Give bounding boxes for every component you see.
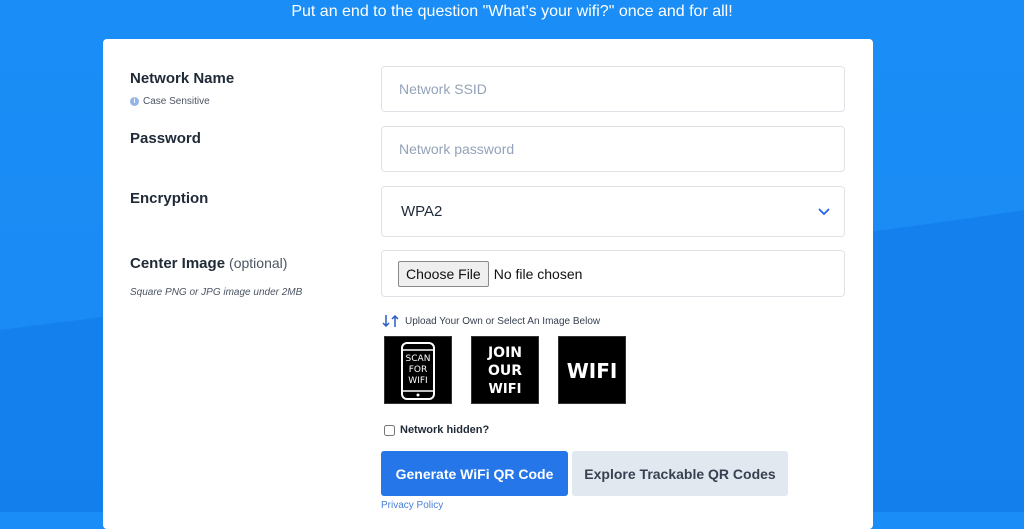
chevron-down-icon: [818, 207, 830, 215]
wifi-form-card: Network Name i Case Sensitive Password E…: [103, 39, 873, 529]
preset-1-line-2: FOR: [409, 365, 428, 375]
choose-file-button[interactable]: Choose File: [398, 260, 489, 287]
file-status-text: No file chosen: [493, 265, 583, 282]
wifi-text-graphic: WIFI: [567, 359, 618, 383]
generate-qr-button[interactable]: Generate WiFi QR Code: [381, 451, 568, 496]
upload-hint: Upload Your Own or Select An Image Below: [381, 314, 600, 328]
phone-icon: SCAN FOR WIFI: [401, 342, 435, 400]
network-hidden-checkbox[interactable]: [384, 424, 395, 436]
preset-3-line-1: WIFI: [567, 359, 618, 383]
info-icon: i: [130, 97, 139, 106]
encryption-selected-value: WPA2: [401, 203, 443, 220]
password-label: Password: [130, 130, 201, 147]
encryption-label: Encryption: [130, 190, 209, 207]
network-ssid-input[interactable]: [381, 66, 845, 112]
file-upload-field: Choose File No file chosen: [381, 250, 845, 297]
center-image-label: Center Image (optional): [130, 255, 287, 272]
case-sensitive-text: Case Sensitive: [143, 96, 210, 107]
case-sensitive-hint: i Case Sensitive: [130, 96, 210, 107]
preset-2-line-2: OUR: [488, 363, 522, 379]
network-name-label: Network Name: [130, 70, 235, 87]
explore-trackable-qr-button[interactable]: Explore Trackable QR Codes: [572, 451, 788, 496]
preset-scan-for-wifi-image[interactable]: SCAN FOR WIFI: [384, 336, 452, 404]
preset-wifi-image[interactable]: WIFI: [558, 336, 626, 404]
network-hidden-row: Network hidden?: [384, 424, 489, 436]
page-tagline: Put an end to the question "What's your …: [291, 3, 733, 20]
center-image-label-text: Center Image: [130, 255, 226, 272]
preset-join-our-wifi-image[interactable]: JOIN OUR WIFI: [471, 336, 539, 404]
sort-arrows-icon: [382, 314, 399, 328]
privacy-policy-link[interactable]: Privacy Policy: [381, 500, 443, 511]
join-our-wifi-graphic: JOIN OUR WIFI: [487, 345, 522, 397]
preset-2-line-3: WIFI: [489, 382, 522, 397]
preset-1-line-3: WIFI: [408, 376, 427, 386]
preset-2-line-1: JOIN: [487, 345, 522, 361]
optional-text: (optional): [229, 255, 288, 271]
network-hidden-label: Network hidden?: [400, 424, 490, 436]
preset-1-line-1: SCAN: [406, 354, 431, 364]
image-size-hint: Square PNG or JPG image under 2MB: [130, 287, 303, 298]
encryption-select[interactable]: WPA2: [381, 186, 845, 237]
network-password-input[interactable]: [381, 126, 845, 172]
upload-hint-text: Upload Your Own or Select An Image Below: [405, 315, 601, 327]
